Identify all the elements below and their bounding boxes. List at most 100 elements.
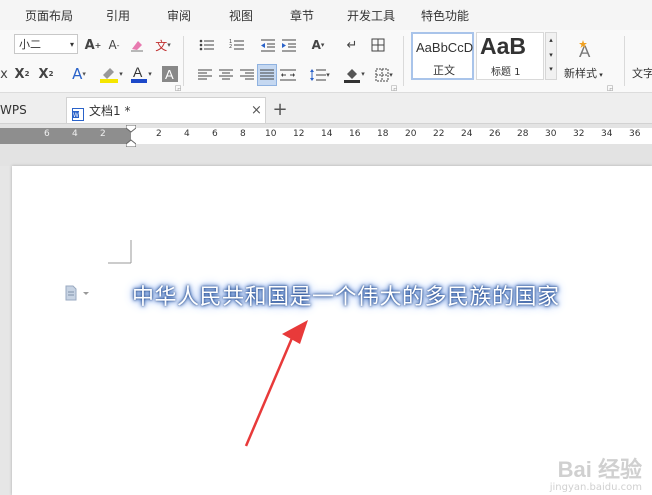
menu-chapter[interactable]: 章节: [290, 0, 314, 30]
menu-review[interactable]: 审阅: [167, 0, 191, 30]
superscript-icon[interactable]: X2: [12, 64, 32, 84]
style-normal-label: 正文: [433, 64, 455, 77]
divider: [624, 36, 625, 86]
ruler-number: 28: [517, 129, 529, 139]
ruler-number: 16: [349, 129, 361, 139]
margin-corner-mark: [108, 240, 132, 264]
pinyin-guide-icon[interactable]: 文 ▾: [152, 36, 174, 54]
word-doc-icon: W: [72, 104, 84, 121]
scroll-down-icon[interactable]: ▾: [546, 48, 556, 63]
ruler-number: 2: [100, 129, 106, 139]
svg-text:A: A: [133, 65, 143, 80]
ruler-number: 22: [433, 129, 445, 139]
new-style-button[interactable]: 新样式 ▾: [564, 65, 603, 81]
menu-special-features[interactable]: 特色功能: [421, 0, 469, 30]
text-direction-icon[interactable]: A ▾: [306, 36, 330, 54]
paragraph-handle-icon[interactable]: [64, 285, 92, 301]
indent-marker-icon[interactable]: [125, 124, 137, 148]
new-style-icon[interactable]: A: [571, 36, 601, 62]
paragraph-shading-icon[interactable]: ▾: [340, 64, 368, 84]
menu-bar: 页面布局 引用 审阅 视图 章节 开发工具 特色功能: [0, 0, 652, 30]
svg-text:W: W: [73, 113, 79, 119]
ruler-number: 8: [240, 129, 246, 139]
font-color-icon[interactable]: A ▾: [127, 64, 155, 84]
gallery-more-icon[interactable]: ▾: [546, 63, 556, 75]
paragraph-group-launcher-icon[interactable]: ◲: [390, 84, 398, 92]
ruler-number: 4: [72, 129, 78, 139]
svg-text:A: A: [579, 42, 591, 60]
font-group-launcher-icon[interactable]: ◲: [174, 84, 182, 92]
text-tools-button[interactable]: 文字: [632, 65, 652, 81]
new-style-label: 新样式: [564, 67, 597, 80]
watermark-url: jingyan.baidu.com: [549, 482, 642, 493]
document-body-text[interactable]: 中华人民共和国是一个伟大的多民族的国家: [132, 279, 560, 311]
style-heading1[interactable]: AaB 标题 1: [476, 32, 544, 80]
style-heading1-label: 标题 1: [491, 67, 521, 78]
clear-format-icon[interactable]: [128, 36, 146, 54]
ruler-number: 6: [212, 129, 218, 139]
paragraph-mark-icon[interactable]: ↵: [342, 36, 362, 54]
ruler-number: 32: [573, 129, 585, 139]
ruler-number: 26: [489, 129, 501, 139]
ruler-number: 10: [265, 129, 277, 139]
baidu-watermark: Bai 经验 jingyan.baidu.com: [550, 452, 642, 493]
tab-document1[interactable]: W 文档1 * ×: [66, 97, 266, 123]
style-normal-preview: AaBbCcD: [416, 40, 474, 55]
menu-page-layout[interactable]: 页面布局: [25, 0, 73, 30]
ruler-number: 24: [461, 129, 473, 139]
ribbon-toolbar: 小二 ▾ A + A- 文 ▾ 12 A ▾ ↵ x X2 X2 A ▾ ▾ A ▾ A: [0, 30, 652, 93]
text-effect-icon[interactable]: A ▾: [66, 64, 92, 84]
style-gallery-scroll[interactable]: ▴ ▾ ▾: [545, 32, 557, 80]
ruler-number: 36: [629, 129, 641, 139]
ruler-number: 18: [377, 129, 389, 139]
distributed-align-icon[interactable]: [279, 66, 297, 84]
shrink-font-icon[interactable]: A-: [105, 36, 123, 54]
font-size-select[interactable]: 小二 ▾: [14, 34, 78, 54]
ruler-number: 14: [321, 129, 333, 139]
ruler-number: 6: [44, 129, 50, 139]
ruler-number: 30: [545, 129, 557, 139]
increase-indent-icon[interactable]: [280, 36, 298, 54]
ruler-area: 6 4 2 2 4 6 8 10 12 14 16 18 20 22 24 26 28 30 32 34 36: [0, 124, 652, 166]
svg-text:A: A: [165, 67, 174, 82]
watermark-brand: Bai 经验: [557, 457, 642, 482]
highlight-color-icon[interactable]: ▾: [97, 64, 125, 84]
align-left-icon[interactable]: [196, 66, 214, 84]
character-shading-icon[interactable]: A: [160, 64, 180, 84]
scroll-up-icon[interactable]: ▴: [546, 33, 556, 48]
ruler-number: 2: [156, 129, 162, 139]
ruler-number: 20: [405, 129, 417, 139]
style-heading1-preview: AaB: [480, 33, 527, 59]
chevron-down-icon: ▾: [69, 40, 74, 49]
align-center-icon[interactable]: [217, 66, 235, 84]
new-tab-plus-icon[interactable]: +: [271, 97, 289, 123]
menu-view[interactable]: 视图: [229, 0, 253, 30]
annotation-arrow: [244, 320, 308, 447]
subscript-icon[interactable]: X2: [36, 64, 56, 84]
tab-wps-label: WPS: [0, 103, 27, 117]
document-page[interactable]: [12, 166, 652, 495]
grow-font-icon[interactable]: A +: [84, 36, 102, 54]
numbered-list-icon[interactable]: 12: [226, 36, 248, 54]
styles-group-launcher-icon[interactable]: ◲: [606, 84, 614, 92]
menu-references[interactable]: 引用: [106, 0, 130, 30]
style-normal[interactable]: AaBbCcD 正文: [411, 32, 474, 80]
close-icon[interactable]: ×: [251, 98, 262, 124]
menu-developer[interactable]: 开发工具: [347, 0, 395, 30]
divider: [183, 36, 184, 86]
tab-document1-label: 文档1 *: [89, 104, 131, 118]
ruler-number: 34: [601, 129, 613, 139]
svg-text:2: 2: [229, 44, 232, 50]
align-right-icon[interactable]: [238, 66, 256, 84]
cross-format-icon[interactable]: x: [0, 64, 10, 84]
line-spacing-icon[interactable]: ▾: [307, 66, 333, 84]
justify-icon[interactable]: [257, 64, 277, 86]
bullet-list-icon[interactable]: [196, 36, 218, 54]
borders-icon[interactable]: ▾: [371, 66, 397, 84]
decrease-indent-icon[interactable]: [259, 36, 277, 54]
table-grid-icon[interactable]: [368, 36, 388, 54]
ruler-number: 4: [184, 129, 190, 139]
tab-wps-home[interactable]: WPS: [0, 97, 64, 123]
document-tab-bar: WPS W 文档1 * × +: [0, 93, 652, 124]
divider: [403, 36, 404, 86]
